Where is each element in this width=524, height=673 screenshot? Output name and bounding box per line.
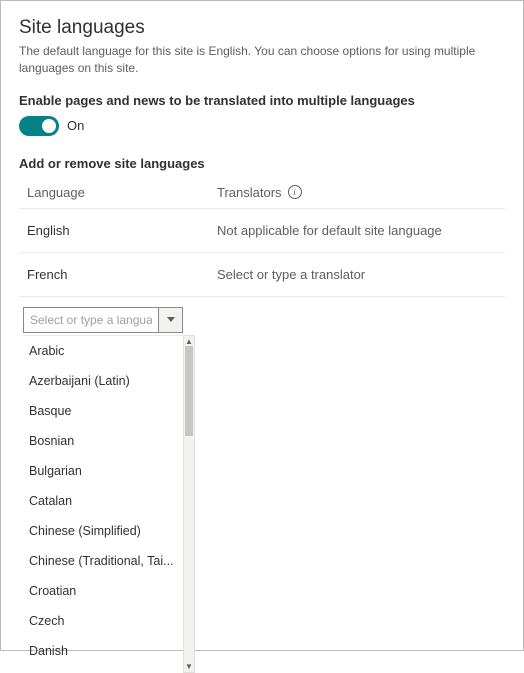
list-item[interactable]: Dari (23, 666, 183, 673)
table-row: English Not applicable for default site … (19, 209, 505, 253)
toggle-knob (42, 119, 56, 133)
list-item[interactable]: Czech (23, 606, 183, 636)
language-cell-french: French (27, 267, 217, 282)
language-combo-row (23, 307, 505, 333)
toggle-state-text: On (67, 118, 84, 133)
list-item[interactable]: Basque (23, 396, 183, 426)
language-dropdown-list: Arabic Azerbaijani (Latin) Basque Bosnia… (23, 335, 183, 673)
language-dropdown-wrap: Arabic Azerbaijani (Latin) Basque Bosnia… (23, 335, 505, 673)
list-item[interactable]: Azerbaijani (Latin) (23, 366, 183, 396)
list-item[interactable]: Bosnian (23, 426, 183, 456)
list-item[interactable]: Chinese (Simplified) (23, 516, 183, 546)
page-description: The default language for this site is En… (19, 43, 505, 77)
dropdown-scrollbar[interactable]: ▲ ▼ (183, 335, 195, 673)
chevron-down-icon (167, 317, 175, 322)
enable-toggle[interactable] (19, 116, 59, 136)
list-item[interactable]: Bulgarian (23, 456, 183, 486)
section-label: Add or remove site languages (19, 156, 505, 171)
language-dropdown-button[interactable] (158, 308, 182, 332)
translator-cell-english: Not applicable for default site language (217, 223, 442, 238)
enable-translate-label: Enable pages and news to be translated i… (19, 93, 505, 108)
language-input[interactable] (24, 308, 158, 332)
translator-cell-french[interactable]: Select or type a translator (217, 267, 365, 282)
col-language-header: Language (27, 185, 217, 200)
language-cell-english: English (27, 223, 217, 238)
enable-toggle-row: On (19, 116, 505, 136)
list-item[interactable]: Arabic (23, 336, 183, 366)
list-item[interactable]: Croatian (23, 576, 183, 606)
col-translators-header: Translators i (217, 185, 302, 200)
table-header-row: Language Translators i (19, 177, 505, 209)
page-title: Site languages (19, 17, 505, 39)
info-icon[interactable]: i (288, 185, 302, 199)
scroll-up-icon[interactable]: ▲ (185, 336, 193, 347)
list-item[interactable]: Catalan (23, 486, 183, 516)
table-row: French Select or type a translator (19, 253, 505, 297)
language-combobox[interactable] (23, 307, 183, 333)
list-item[interactable]: Chinese (Traditional, Tai... (23, 546, 183, 576)
col-translators-label: Translators (217, 185, 282, 200)
scrollbar-thumb[interactable] (185, 346, 193, 436)
scroll-down-icon[interactable]: ▼ (185, 661, 193, 672)
